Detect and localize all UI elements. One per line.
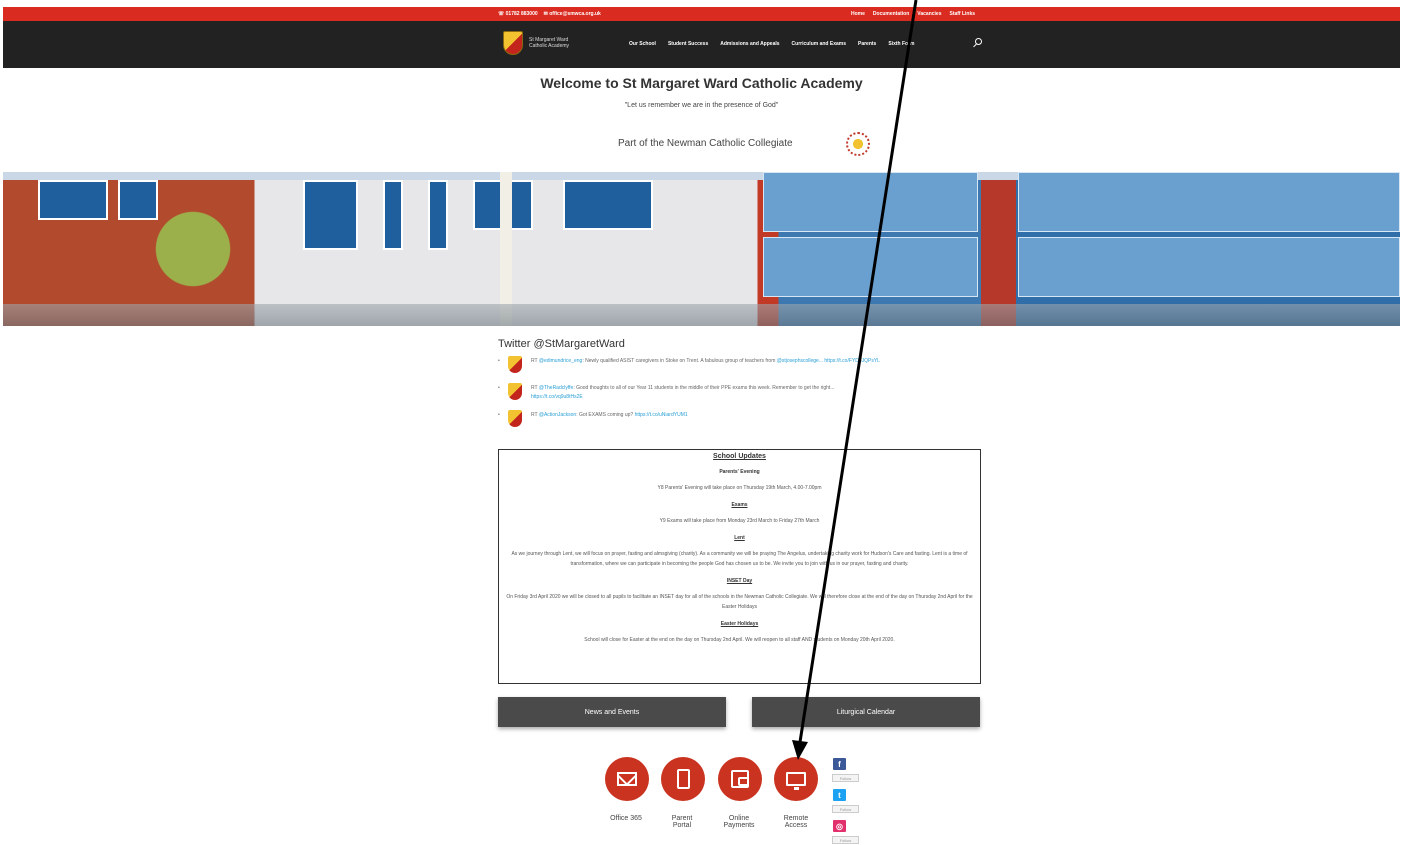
email-link[interactable]: ✉ office@smwca.org.uk [544,11,601,17]
nav-item-admissions[interactable]: Admissions and Appeals [720,41,779,47]
instagram-follow-button[interactable]: Follow [832,836,859,844]
logo-text: St Margaret Ward Catholic Academy [529,37,570,49]
update-body: Y8 Parents' Evening will take place on T… [657,485,822,491]
nav-item-student-success[interactable]: Student Success [668,41,708,47]
online-payments-label[interactable]: Online Payments [709,815,769,829]
school-updates-box: School Updates Parents' Evening Y8 Paren… [498,449,981,684]
update-heading: Easter Holidays [720,621,759,627]
wallet-icon [731,770,749,788]
twitter-icon[interactable]: t [833,789,846,801]
online-payments-button[interactable] [718,757,762,801]
news-and-events-button[interactable]: News and Events [498,697,726,727]
page-title: Welcome to St Margaret Ward Catholic Aca… [540,75,863,91]
hero-school-building-image [3,172,1400,326]
nav-item-curriculum[interactable]: Curriculum and Exams [792,41,846,47]
tweet-handle-link[interactable]: @ActionJackson [539,412,576,418]
update-body: Y9 Exams will take place from Monday 23r… [659,518,820,524]
facebook-follow-button[interactable]: Follow [832,774,859,782]
tweet-mention-link[interactable]: @stjosephscollege... [777,358,823,364]
tweet-avatar-icon[interactable] [508,383,522,400]
update-heading: Exams [731,502,748,508]
remote-access-label[interactable]: Remote Access [766,815,826,829]
search-icon[interactable] [975,38,982,45]
updates-title: School Updates [713,453,766,460]
update-body: As we journey through Lent, we will focu… [511,551,968,567]
top-link-vacancies[interactable]: Vacancies [917,11,941,17]
tweet-avatar-icon[interactable] [508,410,522,427]
nav-menu: Our School Student Success Admissions an… [629,41,914,47]
tweet-url-link[interactable]: https://t.co/vq9u8tHs2E [531,394,583,400]
monitor-icon [786,772,806,790]
update-body: On Friday 3rd April 2020 we will be clos… [506,594,973,610]
main-navigation: St Margaret Ward Catholic Academy Our Sc… [3,21,1400,68]
tweet-url-link[interactable]: https://t.co/uNiardYUM1 [635,412,688,418]
nav-item-sixth-form[interactable]: Sixth Form [888,41,914,47]
top-link-staff[interactable]: Staff Links [949,11,975,17]
nav-item-our-school[interactable]: Our School [629,41,656,47]
top-links: Home Documentation Vacancies Staff Links [851,11,975,17]
update-heading: Lent [734,535,745,541]
update-heading: Parents' Evening [719,469,760,475]
office-365-button[interactable] [605,757,649,801]
office-365-label[interactable]: Office 365 [596,815,656,822]
parent-portal-button[interactable] [661,757,705,801]
school-motto: "Let us remember we are in the presence … [624,102,779,109]
site-logo[interactable]: St Margaret Ward Catholic Academy [503,31,579,55]
tweet-handle-link[interactable]: @TheRadclyffe [539,385,573,391]
collegiate-logo-icon [846,132,870,156]
facebook-icon[interactable]: f [833,758,846,770]
liturgical-calendar-button[interactable]: Liturgical Calendar [752,697,980,727]
top-link-home[interactable]: Home [851,11,865,17]
top-contact-bar: ☏ 01782 883000 ✉ office@smwca.org.uk Hom… [3,7,1400,21]
nav-item-parents[interactable]: Parents [858,41,876,47]
tweet-handle-link[interactable]: @edimundrice_eng [539,358,582,364]
contact-info: ☏ 01782 883000 ✉ office@smwca.org.uk [498,11,601,17]
tweet-avatar-icon[interactable] [508,356,522,373]
school-crest-icon [503,31,523,55]
phone-link[interactable]: ☏ 01782 883000 [498,11,538,17]
tweet-url-link[interactable]: https://t.co/FYD8JQPsYL [823,358,880,364]
twitter-feed-title: Twitter @StMargaretWard [498,338,625,350]
update-body: School will close for Easter at the end … [584,637,895,643]
remote-access-button[interactable] [774,757,818,801]
collegiate-text: Part of the Newman Catholic Collegiate [618,138,793,149]
tablet-icon [676,769,690,789]
instagram-icon[interactable]: ◎ [833,820,846,832]
top-link-documentation[interactable]: Documentation [873,11,909,17]
update-heading: INSET Day [726,578,753,584]
envelope-icon [617,772,637,786]
twitter-follow-button[interactable]: Follow [832,805,859,813]
parent-portal-label[interactable]: Parent Portal [652,815,712,829]
